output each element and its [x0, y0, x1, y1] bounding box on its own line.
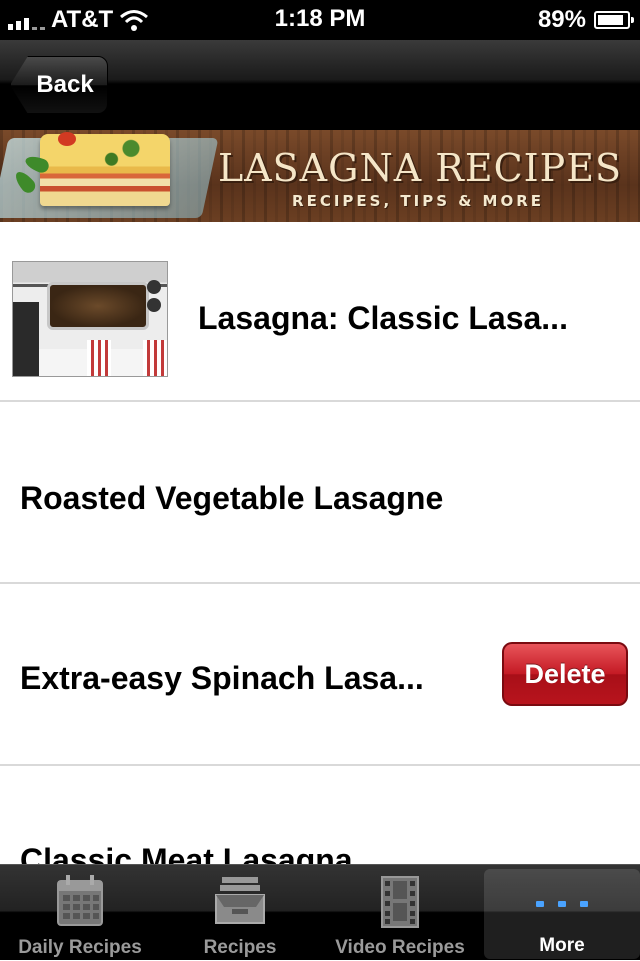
- recipe-list[interactable]: Lasagna: Classic Lasa... Roasted Vegetab…: [0, 222, 640, 864]
- calendar-icon: [57, 875, 103, 926]
- tab-label: Video Recipes: [335, 937, 465, 958]
- recipe-title: Classic Meat Lasagna: [20, 842, 353, 864]
- list-item[interactable]: Lasagna: Classic Lasa...: [0, 222, 640, 402]
- navigation-bar: Back: [0, 40, 640, 130]
- more-dots-icon: [536, 901, 588, 907]
- tab-video-recipes[interactable]: Video Recipes: [322, 865, 478, 961]
- status-bar: AT&T 1:18 PM 89%: [0, 0, 640, 40]
- tab-label: More: [539, 935, 585, 956]
- film-strip-icon: [381, 876, 419, 928]
- list-item[interactable]: Roasted Vegetable Lasagne: [0, 404, 640, 584]
- header-banner: LASAGNA RECIPES RECIPES, TIPS & MORE: [0, 130, 640, 222]
- battery-status: 89%: [537, 6, 634, 34]
- recipe-thumbnail: [12, 261, 168, 377]
- tab-recipes[interactable]: Recipes: [162, 865, 318, 961]
- list-item[interactable]: Extra-easy Spinach Lasa... Delete: [0, 586, 640, 766]
- banner-lasagna-image: [40, 134, 170, 206]
- battery-percent: 89%: [537, 6, 586, 33]
- list-item[interactable]: Classic Meat Lasagna: [0, 768, 640, 864]
- inbox-tray-icon: [215, 877, 265, 924]
- banner-tomato-image: [58, 132, 76, 146]
- back-button[interactable]: Back: [10, 56, 108, 114]
- tab-label: Daily Recipes: [18, 937, 142, 958]
- recipe-title: Lasagna: Classic Lasa...: [198, 300, 568, 336]
- tab-daily-recipes[interactable]: Daily Recipes: [2, 865, 158, 961]
- delete-button[interactable]: Delete: [502, 642, 628, 706]
- tab-more[interactable]: More: [484, 869, 640, 959]
- tab-bar: Daily Recipes Recipes Video Recipes More: [0, 864, 640, 960]
- tab-label: Recipes: [203, 937, 277, 958]
- recipe-title: Extra-easy Spinach Lasa...: [20, 660, 424, 696]
- banner-title: LASAGNA RECIPES: [217, 146, 622, 190]
- banner-subtitle: RECIPES, TIPS & MORE: [292, 192, 544, 210]
- recipe-title: Roasted Vegetable Lasagne: [20, 480, 444, 516]
- battery-icon: [594, 11, 634, 29]
